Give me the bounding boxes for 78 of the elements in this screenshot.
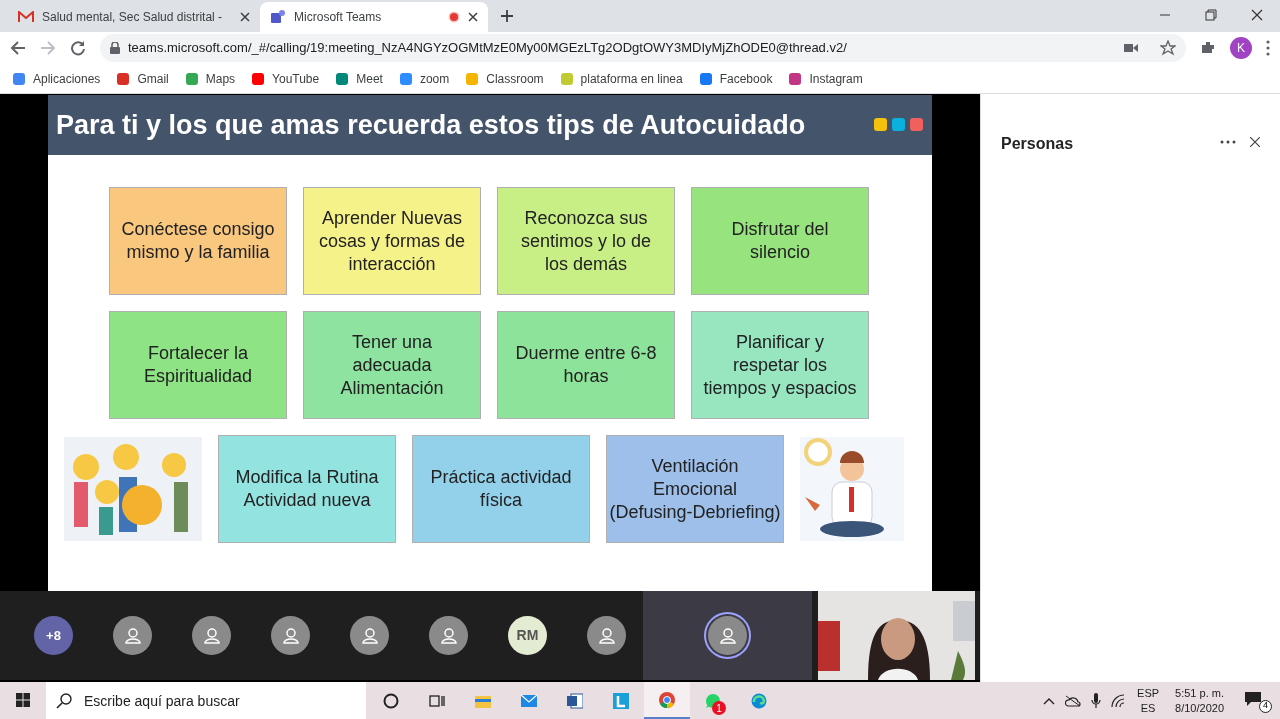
- mail-icon: [18, 11, 34, 23]
- tip-box: Disfrutar del silencio: [691, 187, 869, 295]
- microphone-icon[interactable]: [1091, 692, 1102, 709]
- participant-avatar[interactable]: [192, 616, 231, 655]
- back-arrow-icon[interactable]: [10, 40, 26, 56]
- panel-title: Personas: [1001, 134, 1074, 154]
- tip-box: Reconozca sus sentimos y lo de los demás: [497, 187, 675, 295]
- tip-box: Ventilación Emocional (Defusing-Debriefing): [606, 435, 784, 543]
- more-icon[interactable]: [1266, 40, 1270, 56]
- tip-box: Duerme entre 6-8 horas: [497, 311, 675, 419]
- tip-box: Aprender Nuevas cosas y formas de interacción: [303, 187, 481, 295]
- search-icon: [56, 693, 72, 709]
- chevron-up-icon[interactable]: [1043, 696, 1056, 705]
- clock[interactable]: 5:51 p. m. 8/10/2020: [1169, 685, 1230, 716]
- tab-title: Salud mental, Sec Salud distrital -: [42, 9, 224, 26]
- browser-tab[interactable]: Microsoft Teams: [260, 2, 489, 32]
- slide-title: Para ti y los que amas recuerda estos tips de Autocuidado: [56, 108, 806, 142]
- circle-icon: [383, 692, 399, 709]
- notifications-button[interactable]: 4: [1244, 688, 1272, 713]
- tip-box: Planificar y respetar los tiempos y espacios: [691, 311, 869, 419]
- participant-avatar[interactable]: [271, 616, 310, 655]
- tip-box: Conéctese consigo mismo y la familia: [109, 187, 287, 295]
- bookmark-icon: [698, 71, 713, 86]
- bookmark[interactable]: Instagram: [788, 69, 863, 88]
- participant-avatar[interactable]: [587, 616, 626, 655]
- bookmark-icon: [251, 71, 266, 86]
- colored-squares-icon: [872, 118, 924, 132]
- participant-avatar[interactable]: RM: [508, 616, 547, 655]
- camera-icon[interactable]: [1124, 43, 1138, 53]
- bookmark-icon: [12, 71, 26, 86]
- bookmark[interactable]: Gmail: [116, 69, 169, 88]
- close-icon[interactable]: [468, 12, 479, 22]
- more-participants-badge[interactable]: +8: [34, 616, 73, 655]
- more-icon[interactable]: [1220, 140, 1236, 144]
- bookmark[interactable]: Aplicaciones: [12, 69, 101, 88]
- cloud-off-icon[interactable]: [1065, 694, 1082, 707]
- url-text: teams.microsoft.com/_#/calling/19:meeting_NzA4NGYzOGMtMzE0My00MGEzLTg2ODgtOWY3MDIyMjZhODE0@thread.v2/: [128, 39, 848, 58]
- close-icon[interactable]: [240, 12, 251, 22]
- tab-title: Microsoft Teams: [294, 9, 383, 26]
- reload-icon[interactable]: [70, 40, 86, 56]
- puzzle-icon[interactable]: [1200, 40, 1216, 56]
- chrome-icon: [659, 691, 675, 708]
- bookmark[interactable]: Facebook: [698, 69, 773, 88]
- participant-avatar[interactable]: [429, 616, 468, 655]
- profile-avatar[interactable]: K: [1230, 37, 1252, 59]
- close-icon[interactable]: [1250, 137, 1260, 147]
- lock-icon: [110, 42, 120, 54]
- bookmark[interactable]: Maps: [184, 69, 236, 88]
- bookmark[interactable]: plataforma en linea: [559, 69, 683, 88]
- star-icon[interactable]: [1160, 40, 1176, 56]
- task-view-icon: [429, 692, 445, 709]
- bookmark[interactable]: YouTube: [251, 69, 320, 88]
- bookmark-icon: [465, 71, 480, 86]
- search-field[interactable]: Escribe aquí para buscar: [46, 682, 366, 719]
- tip-box: Fortalecer la Espiritualidad: [109, 311, 287, 419]
- address-bar[interactable]: teams.microsoft.com/_#/calling/19:meeting_NzA4NGYzOGMtMzE0My00MGEzLTg2ODgtOWY3MDIyMjZhODE0@thread.v2/: [100, 34, 1186, 62]
- envelope-icon: [521, 692, 537, 709]
- bookmark[interactable]: zoom: [398, 69, 450, 88]
- bookmark-icon: [398, 71, 413, 86]
- participant-avatar[interactable]: [350, 616, 389, 655]
- language-indicator[interactable]: ESP ES: [1137, 685, 1160, 716]
- notification-badge: 1: [712, 701, 726, 715]
- tip-box: Práctica actividad física: [412, 435, 590, 543]
- plus-icon[interactable]: [500, 9, 515, 23]
- bookmark[interactable]: Classroom: [465, 69, 544, 88]
- bookmark[interactable]: Meet: [335, 69, 383, 88]
- bookmark-icon: [116, 71, 131, 86]
- bookmark-icon: [335, 71, 350, 86]
- document-icon: [567, 692, 583, 709]
- taskbar-app[interactable]: 1: [690, 682, 736, 719]
- bookmark-icon: [559, 71, 574, 86]
- participant-avatar[interactable]: [113, 616, 152, 655]
- bookmark-icon: [788, 71, 803, 86]
- tip-box: Modifica la Rutina Actividad nueva: [218, 435, 396, 543]
- bookmark-icon: [184, 71, 199, 86]
- square-app-icon: [613, 692, 629, 709]
- tip-box: Tener una adecuada Alimentación: [303, 311, 481, 419]
- swirl-icon: [751, 692, 767, 709]
